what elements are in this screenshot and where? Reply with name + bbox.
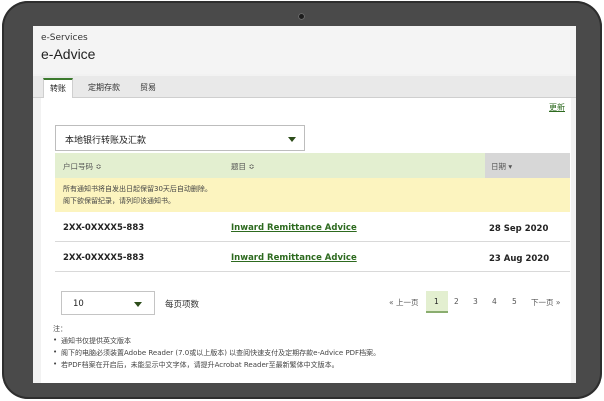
account-number: 2XX-0XXXX5-883 bbox=[63, 223, 145, 233]
content-panel: 更新 本地银行转账及汇款 户口号码 ≎ 题目 ≎ 日期 ▾ 所有通知书将自发出日… bbox=[41, 98, 571, 383]
advice-type-select[interactable]: 本地银行转账及汇款 bbox=[55, 125, 305, 151]
page-link-5[interactable]: 5 bbox=[512, 297, 517, 306]
advice-link[interactable]: Inward Remittance Advice bbox=[231, 253, 357, 263]
advice-type-value: 本地银行转账及汇款 bbox=[65, 136, 147, 146]
prev-page-link[interactable]: « 上一页 bbox=[389, 297, 418, 308]
tablet-frame: e-Services e-Advice 转账 定期存款 贸易 更新 本地银行转账… bbox=[2, 1, 602, 399]
next-page-link[interactable]: 下一页 » bbox=[531, 297, 560, 308]
items-per-page-value: 10 bbox=[73, 299, 84, 309]
page-link-1[interactable]: 1 bbox=[434, 297, 439, 306]
page-link-4[interactable]: 4 bbox=[492, 297, 497, 306]
notice-line: 所有通知书将自发出日起保留30天后自动删除。 bbox=[63, 185, 212, 193]
advice-date: 23 Aug 2020 bbox=[489, 254, 550, 264]
note-item: 阁下的电脑必须装置Adobe Reader (7.0或以上版本) 以查阅快速支付… bbox=[61, 349, 381, 357]
app-subtitle: e-Services bbox=[41, 33, 88, 43]
column-date[interactable]: 日期 ▾ bbox=[491, 161, 512, 172]
chevron-down-icon bbox=[134, 302, 142, 307]
page-link-3[interactable]: 3 bbox=[473, 297, 478, 306]
items-per-page-label: 每页项数 bbox=[165, 300, 200, 310]
items-per-page-select[interactable]: 10 bbox=[61, 291, 155, 315]
advice-link[interactable]: Inward Remittance Advice bbox=[231, 223, 357, 233]
camera-icon bbox=[298, 13, 305, 20]
table-row: 2XX-0XXXX5-883 Inward Remittance Advice … bbox=[55, 242, 570, 272]
page-title: e-Advice bbox=[41, 46, 96, 62]
page-header: e-Services e-Advice bbox=[33, 26, 576, 74]
advice-date: 28 Sep 2020 bbox=[489, 224, 549, 234]
notice-line: 阁下欲保留纪录，请列印该通知书。 bbox=[63, 197, 175, 205]
chevron-down-icon bbox=[288, 137, 296, 142]
page-link-2[interactable]: 2 bbox=[454, 297, 459, 306]
table-row: 2XX-0XXXX5-883 Inward Remittance Advice … bbox=[55, 212, 570, 242]
screen: e-Services e-Advice 转账 定期存款 贸易 更新 本地银行转账… bbox=[33, 26, 576, 383]
notes-heading: 注： bbox=[53, 325, 67, 333]
tab-trade[interactable]: 贸易 bbox=[133, 78, 163, 98]
tab-bar: 转账 定期存款 贸易 bbox=[33, 76, 576, 99]
tab-transfer[interactable]: 转账 bbox=[43, 78, 73, 99]
column-subject[interactable]: 题目 ≎ bbox=[231, 161, 255, 172]
refresh-link[interactable]: 更新 bbox=[549, 102, 565, 113]
retention-notice: 所有通知书将自发出日起保留30天后自动删除。 阁下欲保留纪录，请列印该通知书。 bbox=[55, 178, 570, 212]
bullet-icon: • bbox=[53, 336, 58, 344]
table-header: 户口号码 ≎ 题目 ≎ 日期 ▾ bbox=[55, 153, 570, 178]
tab-time-deposit[interactable]: 定期存款 bbox=[81, 78, 127, 98]
bullet-icon: • bbox=[53, 360, 58, 368]
account-number: 2XX-0XXXX5-883 bbox=[63, 253, 145, 263]
bullet-icon: • bbox=[53, 348, 58, 356]
column-account[interactable]: 户口号码 ≎ bbox=[63, 161, 102, 172]
note-item: 若PDF档案在开启后，未能显示中文字体，请提升Acrobat Reader至最新… bbox=[61, 361, 339, 369]
note-item: 通知书仅提供英文版本 bbox=[61, 337, 131, 345]
